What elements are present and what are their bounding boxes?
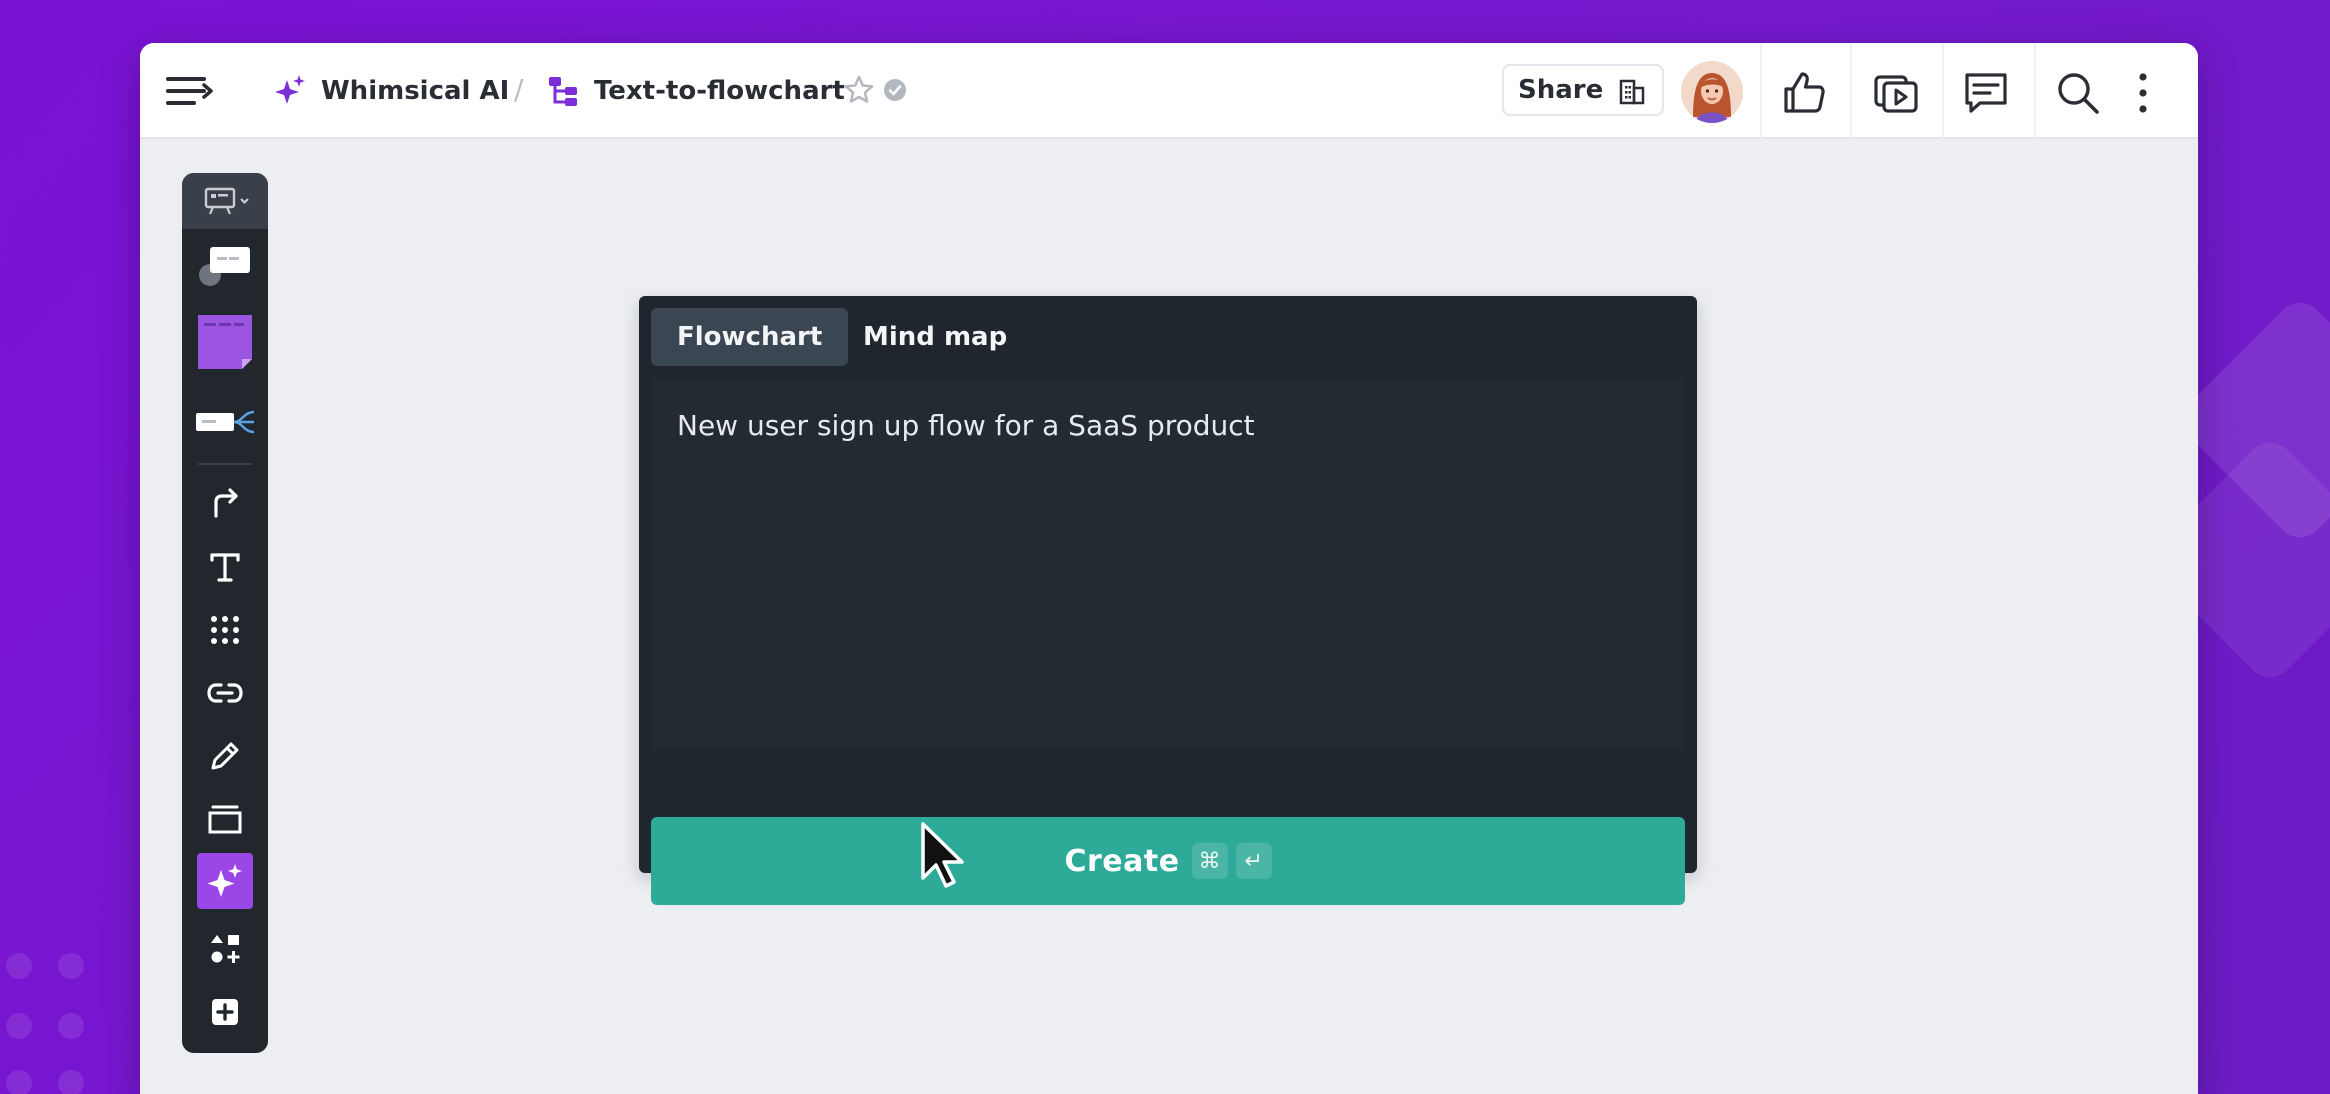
ai-sparkle-icon (207, 864, 242, 897)
top-bar: Whimsical AI / Text-to-flowchart Share (140, 43, 2198, 139)
background-dot (6, 953, 32, 979)
shapes-tool[interactable] (182, 918, 268, 980)
connector-icon (214, 488, 238, 518)
add-tool[interactable] (182, 981, 268, 1043)
background-dot (58, 1013, 84, 1039)
board-switcher-icon (204, 187, 249, 215)
breadcrumb-whimsical-ai[interactable]: Whimsical AI (273, 43, 509, 139)
ai-prompt-dialog: Flowchart Mind map New user sign up flow… (639, 296, 1697, 905)
more-options-icon[interactable] (2130, 69, 2156, 117)
breadcrumb-label: Whimsical AI (321, 76, 510, 106)
share-label: Share (1518, 75, 1604, 105)
user-avatar-icon (1681, 61, 1743, 123)
pencil-tool[interactable] (182, 725, 268, 787)
link-icon (207, 683, 243, 703)
board-switcher[interactable] (182, 173, 268, 229)
background-dot (58, 953, 84, 979)
share-button[interactable]: Share (1502, 64, 1664, 116)
verified-icon (884, 79, 906, 101)
divider (1942, 43, 1944, 139)
mindmap-tool[interactable] (182, 391, 268, 453)
breadcrumb-text-to-flowchart[interactable]: Text-to-flowchart (546, 43, 845, 139)
shapes-icon (211, 935, 240, 963)
pencil-icon (211, 742, 239, 770)
thumbs-up-icon[interactable] (1780, 69, 1828, 117)
avatar[interactable] (1681, 61, 1743, 123)
enter-key-icon: ↵ (1235, 843, 1272, 879)
sticky-note-icon (198, 315, 252, 369)
building-icon (1619, 79, 1645, 105)
breadcrumb-separator: / (514, 73, 524, 106)
card-icon (199, 247, 250, 286)
add-icon (212, 999, 238, 1025)
sparkle-icon (275, 75, 305, 104)
create-label: Create (1064, 843, 1180, 879)
toolbar-divider (198, 463, 252, 465)
breadcrumb-label: Text-to-flowchart (594, 76, 845, 106)
card-tool[interactable] (182, 233, 268, 295)
flowchart-icon (549, 77, 577, 106)
tab-flowchart[interactable]: Flowchart (651, 308, 849, 366)
background-dot (58, 1070, 84, 1094)
create-button[interactable]: Create ⌘ ↵ (651, 817, 1685, 905)
prompt-input[interactable]: New user sign up flow for a SaaS product (651, 378, 1685, 750)
mouse-cursor-icon (921, 822, 964, 888)
grid-tool[interactable] (182, 599, 268, 661)
frame-tool[interactable] (182, 788, 268, 850)
ai-tool[interactable] (197, 853, 253, 909)
grid-icon (211, 616, 239, 644)
divider (2034, 43, 2036, 139)
tool-palette (182, 173, 268, 1053)
tab-mind-map[interactable]: Mind map (837, 308, 1033, 366)
presentation-play-icon[interactable] (1872, 69, 1920, 117)
text-tool[interactable] (182, 536, 268, 598)
connector-tool[interactable] (182, 472, 268, 534)
background-dot (6, 1070, 32, 1094)
app-window: Whimsical AI / Text-to-flowchart Share F… (140, 43, 2198, 1094)
star-icon[interactable] (843, 73, 875, 107)
comment-icon[interactable] (1962, 69, 2010, 117)
command-key-icon: ⌘ (1191, 843, 1228, 879)
divider (1760, 43, 1762, 139)
search-icon[interactable] (2054, 69, 2102, 117)
sidebar-toggle-icon[interactable] (164, 71, 214, 111)
sticky-note-tool[interactable] (182, 307, 268, 377)
frame-icon (208, 805, 242, 834)
link-tool[interactable] (182, 662, 268, 724)
divider (1850, 43, 1852, 139)
background-dot (6, 1013, 32, 1039)
mindmap-icon (196, 410, 255, 434)
text-tool-icon (210, 553, 240, 582)
